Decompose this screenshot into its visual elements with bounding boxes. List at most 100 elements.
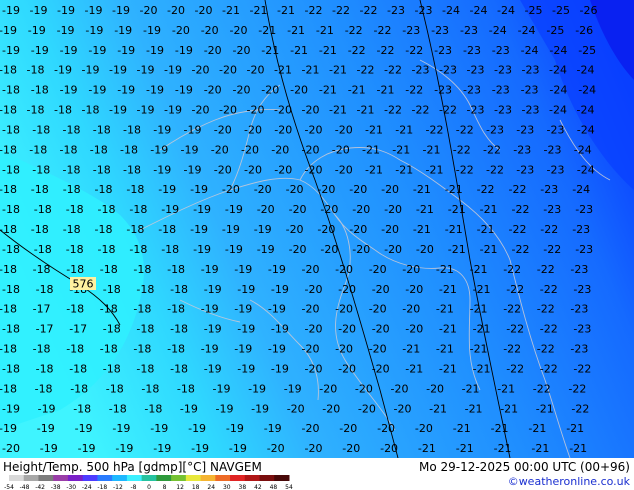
temperature-value: -20: [322, 402, 340, 415]
temperature-value: -20: [302, 263, 320, 276]
temperature-value: -20: [167, 4, 185, 17]
temperature-value: -20: [286, 223, 304, 236]
temperature-value: -23: [575, 243, 593, 256]
colorbar-tick-label: -18: [97, 484, 107, 490]
temperature-value: -18: [2, 124, 20, 137]
temperature-value: -19: [75, 422, 93, 435]
temperature-value: -24: [549, 44, 567, 57]
temperature-value: -19: [109, 104, 127, 117]
temperature-value: -19: [0, 422, 17, 435]
temperature-value: -19: [2, 4, 20, 17]
temperature-value: -18: [100, 303, 118, 316]
temperature-value: -20: [2, 442, 20, 455]
temperature-value: -18: [93, 163, 111, 176]
temperature-value: -21: [456, 442, 474, 455]
temperature-value: -20: [335, 343, 353, 356]
temperature-value: -19: [225, 243, 243, 256]
temperature-value: -20: [140, 4, 158, 17]
temperature-value: -21: [436, 263, 454, 276]
temperature-value: -18: [36, 283, 54, 296]
temperature-value: -23: [516, 124, 534, 137]
temperature-value: -20: [302, 343, 320, 356]
temperature-value: -19: [153, 163, 171, 176]
temperature-value: -19: [216, 402, 234, 415]
temperature-value: -20: [219, 104, 237, 117]
temperature-value: -22: [477, 183, 495, 196]
temperature-value: -20: [426, 382, 444, 395]
temperature-value: -23: [439, 64, 457, 77]
temperature-value: -18: [123, 163, 141, 176]
temperature-value: -19: [117, 44, 135, 57]
temperature-value: -24: [518, 24, 536, 37]
temperature-value: -19: [40, 442, 58, 455]
temperature-value: -21: [448, 243, 466, 256]
temperature-value: -17: [33, 303, 51, 316]
temperature-value: -20: [342, 442, 360, 455]
temperature-value: -21: [445, 223, 463, 236]
temperature-value: -23: [522, 104, 540, 117]
temperature-value: -19: [237, 323, 255, 336]
temperature-value: -18: [0, 104, 17, 117]
temperature-value: -21: [470, 343, 488, 356]
temperature-value: -20: [305, 442, 323, 455]
colorbar-tick-label: 8: [163, 484, 167, 490]
temperature-value: -22: [332, 4, 350, 17]
temperature-value: -23: [415, 4, 433, 17]
temperature-value: -20: [204, 84, 222, 97]
temperature-value: -24: [578, 84, 596, 97]
colorbar-swatch: [67, 475, 84, 481]
temperature-value: -21: [395, 163, 413, 176]
temperature-value: -24: [577, 64, 595, 77]
temperature-value: -21: [395, 124, 413, 137]
temperature-value: -22: [377, 44, 395, 57]
temperature-value: -18: [161, 243, 179, 256]
temperature-value: -23: [573, 323, 591, 336]
temperature-value: -22: [543, 243, 561, 256]
temperature-value: -18: [0, 223, 17, 236]
temperature-value: -20: [317, 223, 335, 236]
temperature-value: -19: [271, 283, 289, 296]
temperature-value: -20: [372, 362, 390, 375]
temperature-value: -18: [129, 203, 147, 216]
temperature-value: -19: [190, 223, 208, 236]
temperature-value: -20: [233, 44, 251, 57]
weather-map: -19 -19 -19 -19 -19 -20 -20 -20 -21 -21 -21 -22 -22-…: [0, 0, 634, 458]
temperature-value: -19: [2, 402, 20, 415]
temperature-value: -19: [204, 283, 222, 296]
temperature-value: -20: [369, 263, 387, 276]
credit-link[interactable]: ©weatheronline.co.uk: [508, 475, 630, 488]
temperature-value: -22: [540, 323, 558, 336]
temperature-value: -24: [577, 104, 595, 117]
temperature-value: -19: [284, 382, 302, 395]
temperature-value: -18: [158, 223, 176, 236]
temperature-value: -19: [0, 24, 17, 37]
temperature-value: -22: [503, 263, 521, 276]
temperature-value: -18: [133, 263, 151, 276]
temperature-value: -20: [369, 303, 387, 316]
temperature-value: -22: [537, 303, 555, 316]
temperature-value: -19: [184, 163, 202, 176]
temperature-value: -20: [332, 143, 350, 156]
temperature-value: -19: [82, 64, 100, 77]
temperature-value: -23: [516, 163, 534, 176]
temperature-value: -21: [290, 44, 308, 57]
temperature-value: -21: [470, 263, 488, 276]
temperature-value: -20: [369, 343, 387, 356]
valid-time: Mo 29-12-2025 00:00 UTC (00+96): [418, 460, 630, 474]
temperature-value: -19: [37, 422, 55, 435]
temperature-value: -18: [90, 143, 108, 156]
temperature-value: -18: [70, 382, 88, 395]
colorbar-swatch: [274, 475, 290, 481]
temperature-value: -20: [320, 243, 338, 256]
temperature-value: -22: [506, 323, 524, 336]
temperature-value: -21: [470, 303, 488, 316]
temperature-value: -22: [405, 84, 423, 97]
temperature-value: -23: [494, 64, 512, 77]
temperature-value: -20: [415, 422, 433, 435]
temperature-value: -19: [180, 402, 198, 415]
temperature-value: -19: [226, 422, 244, 435]
temperature-value: -18: [73, 402, 91, 415]
temperature-value: -21: [362, 143, 380, 156]
map-footer: Height/Temp. 500 hPa [gdmp][°C] NAVGEM M…: [0, 458, 634, 490]
temperature-value: -22: [537, 263, 555, 276]
